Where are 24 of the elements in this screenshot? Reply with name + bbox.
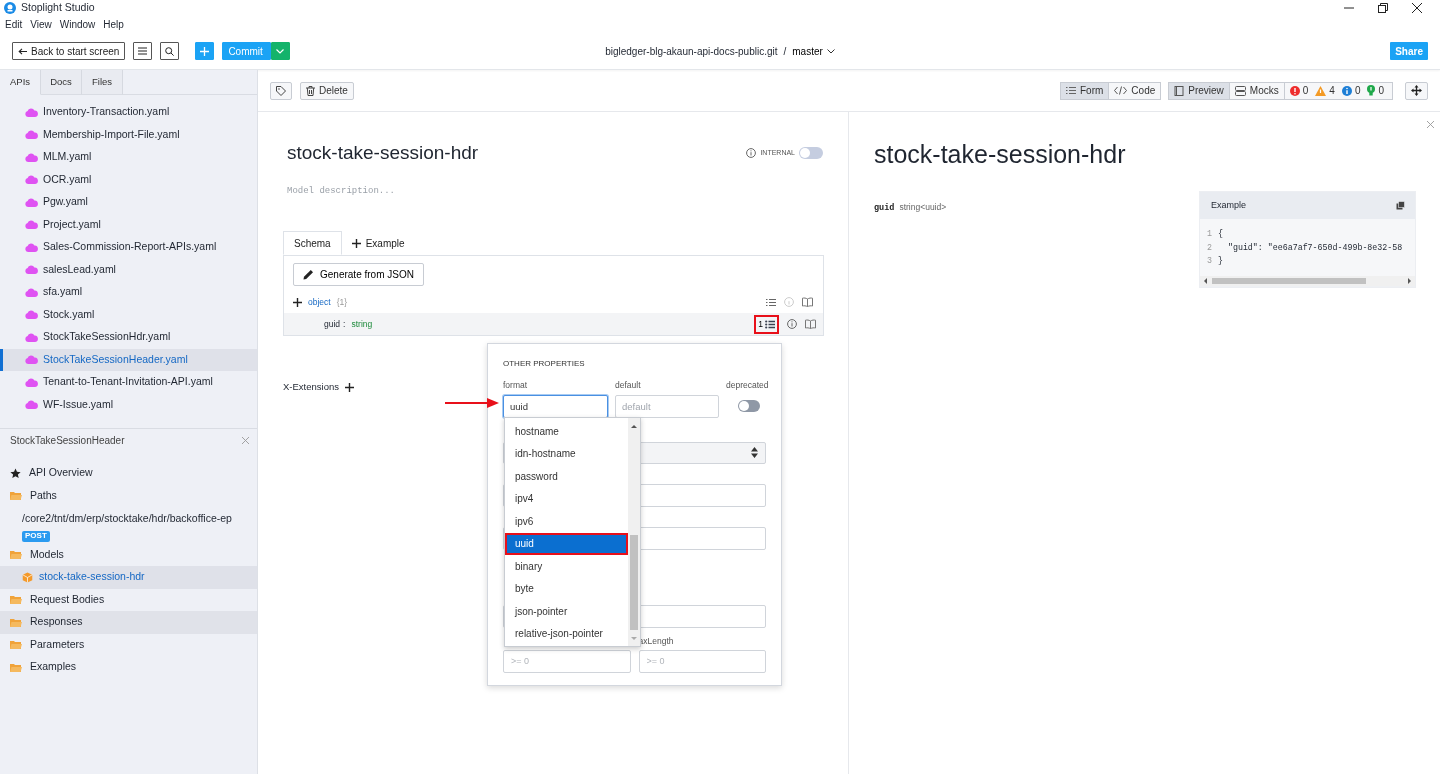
property-name: guid	[874, 202, 895, 215]
preview-title: stock-take-session-hdr	[874, 139, 1127, 169]
model-title: stock-take-session-hdr	[287, 142, 479, 165]
field-label: deprecated	[726, 379, 769, 392]
section-label: X-Extensions	[283, 380, 339, 395]
line-number: 2	[1206, 241, 1213, 254]
path-separator: /	[783, 44, 787, 59]
code-line: }	[1218, 255, 1223, 267]
repo-name: bigledger-blg-akaun-api-docs-public.git	[605, 44, 778, 59]
code-line: {	[1218, 228, 1223, 240]
field-label: default	[615, 379, 642, 392]
field-label: format	[503, 379, 529, 392]
type-label: string<uuid>	[899, 201, 947, 214]
property-name: guid	[324, 317, 341, 331]
card-title: Example	[1211, 198, 1246, 212]
line-number: 3	[1206, 255, 1213, 267]
window-title: Stoplight Studio	[21, 0, 95, 16]
separator: :	[343, 317, 346, 331]
method-badge: POST	[22, 530, 50, 542]
line-number: 1	[1206, 228, 1213, 240]
panel-title: StockTakeSessionHeader	[10, 434, 125, 448]
property-count: {1}	[336, 295, 348, 309]
code-line: "guid": "ee6a7af7-650d-499b-8e32-58	[1226, 241, 1403, 254]
section-title: OTHER PROPERTIES	[503, 358, 586, 370]
